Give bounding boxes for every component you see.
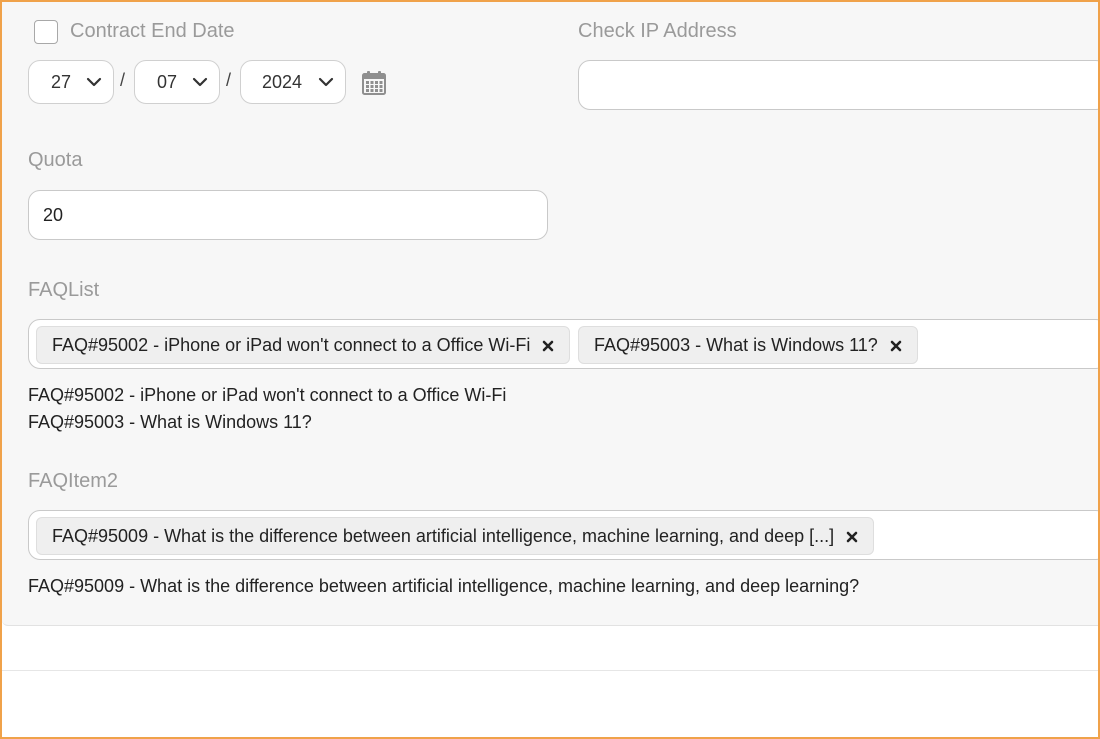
faqlist-tag-input[interactable]: FAQ#95002 - iPhone or iPad won't connect…: [28, 319, 1100, 369]
faqlist-selected-item: FAQ#95002 - iPhone or iPad won't connect…: [28, 385, 507, 405]
month-value: 07: [156, 71, 178, 92]
remove-tag-icon[interactable]: [845, 530, 859, 544]
faqitem2-tag-input[interactable]: FAQ#95009 - What is the difference betwe…: [28, 510, 1100, 560]
day-select[interactable]: 27: [28, 60, 114, 104]
chevron-down-icon: [192, 77, 208, 87]
faq-tag: FAQ#95002 - iPhone or iPad won't connect…: [36, 326, 570, 364]
faqlist-label: FAQList: [28, 279, 100, 301]
faq-tag-label: FAQ#95002 - iPhone or iPad won't connect…: [52, 334, 531, 355]
remove-tag-icon[interactable]: [541, 339, 555, 353]
faqitem2-selected-item: FAQ#95009 - What is the difference betwe…: [28, 576, 860, 596]
contract-end-date-label: Contract End Date: [70, 20, 235, 42]
date-separator: /: [120, 70, 126, 90]
quota-input[interactable]: 20: [28, 190, 548, 240]
faq-tag-label: FAQ#95009 - What is the difference betwe…: [52, 525, 835, 546]
check-ip-address-label: Check IP Address: [578, 20, 737, 42]
chevron-down-icon: [318, 77, 334, 87]
faqlist-selected-item: FAQ#95003 - What is Windows 11?: [28, 412, 312, 432]
faq-tag: FAQ#95009 - What is the difference betwe…: [36, 517, 874, 555]
year-value: 2024: [261, 71, 303, 92]
faqitem2-label: FAQItem2: [28, 470, 119, 492]
date-separator: /: [226, 70, 232, 90]
quota-label: Quota: [28, 149, 83, 171]
contract-end-date-checkbox[interactable]: [34, 20, 58, 44]
faq-tag: FAQ#95003 - What is Windows 11?: [578, 326, 918, 364]
year-select[interactable]: 2024: [240, 60, 346, 104]
section-divider: [2, 670, 1100, 671]
calendar-icon[interactable]: [361, 70, 387, 96]
month-select[interactable]: 07: [134, 60, 220, 104]
check-ip-address-input[interactable]: [578, 60, 1100, 110]
remove-tag-icon[interactable]: [889, 339, 903, 353]
faq-tag-label: FAQ#95003 - What is Windows 11?: [594, 334, 878, 355]
day-value: 27: [50, 71, 72, 92]
chevron-down-icon: [86, 77, 102, 87]
